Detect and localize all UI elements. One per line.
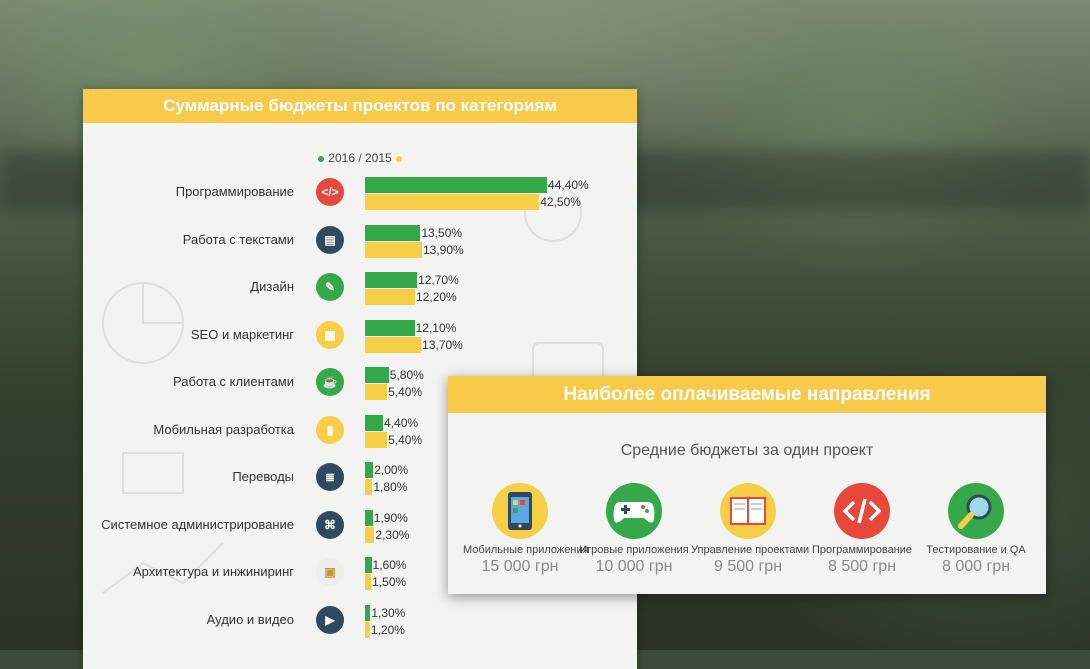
bar-2015 <box>365 526 375 543</box>
category-label: Аудио и видео <box>206 611 294 627</box>
bar-value-label: 12,70% <box>418 273 459 287</box>
bar-value-label: 4,40% <box>384 415 419 430</box>
direction-price: 10 000 грн <box>595 558 673 575</box>
direction-name: Тестирование и QA <box>926 544 1026 556</box>
direction-name: Мобильные приложения <box>463 544 589 556</box>
bar-value-label: 12,20% <box>416 290 457 304</box>
direction-name: Управление проектами <box>691 544 810 556</box>
bar-2015 <box>365 336 422 353</box>
clapperboard-icon: ▶ <box>316 605 344 634</box>
chart-row: Аудио и видео ▶ 1,30% 1,20% <box>83 604 637 651</box>
bar-value-label: 1,80% <box>373 480 408 494</box>
bar-2015 <box>365 479 373 495</box>
direction-price: 15 000 грн <box>481 558 559 575</box>
bar-2016 <box>365 557 372 573</box>
bar-2015 <box>365 574 372 590</box>
direction-price: 8 000 грн <box>941 558 1011 575</box>
category-label: Дизайн <box>250 279 294 294</box>
chart-row: SEO и маркетинг ▦ 12,10% 13,70% <box>83 319 637 366</box>
legend-dot-2016 <box>318 155 325 162</box>
top-paid-card: Наиболее оплачиваемые направления Средни… <box>448 376 1046 594</box>
direction-price: 8 500 грн <box>827 558 897 575</box>
chart-row: Дизайн ✎ 12,70% 12,20% <box>83 272 637 318</box>
category-label: Мобильная разработка <box>153 421 294 437</box>
bar-2015 <box>365 194 540 210</box>
category-label: Программирование <box>175 184 294 199</box>
chart-title: Суммарные бюджеты проектов по категориям <box>83 89 637 123</box>
bar-value-label: 1,60% <box>372 558 407 572</box>
bar-value-label: 1,90% <box>373 510 408 525</box>
bar-value-label: 5,40% <box>388 385 423 399</box>
paid-direction-item: Тестирование и QA 8 000 грн <box>919 483 1033 576</box>
direction-name: Программирование <box>811 544 913 556</box>
paid-direction-item: Игровые приложения 10 000 грн <box>577 483 691 576</box>
category-label: SEO и маркетинг <box>190 326 294 342</box>
legend-dot-2015 <box>395 155 402 162</box>
bar-value-label: 2,00% <box>374 463 409 477</box>
smartphone-icon <box>492 483 548 539</box>
presentation-icon: ▦ <box>316 320 344 349</box>
gamepad-icon <box>606 483 662 539</box>
bar-value-label: 1,30% <box>371 605 406 620</box>
bar-2015 <box>365 431 388 448</box>
magnifier-icon <box>948 483 1004 539</box>
category-label: Архитектура и инжиниринг <box>132 564 294 579</box>
paid-direction-item: Мобильные приложения 15 000 грн <box>463 483 589 576</box>
top-paid-title: Наиболее оплачиваемые направления <box>448 376 1046 413</box>
bar-2016 <box>365 319 415 336</box>
bar-value-label: 2,30% <box>375 527 410 542</box>
bar-2016 <box>365 509 373 526</box>
paid-direction-item: Программирование 8 500 грн <box>805 483 919 576</box>
bar-2015 <box>365 384 388 400</box>
code-icon: </> <box>316 178 344 206</box>
bar-2016 <box>365 604 371 621</box>
chart-row: Программирование </> 44,40% 42,50% <box>83 177 637 223</box>
bar-value-label: 13,50% <box>421 225 463 240</box>
bar-value-label: 42,50% <box>540 195 581 209</box>
bar-2015 <box>365 289 416 305</box>
bar-value-label: 1,50% <box>372 575 407 589</box>
document-icon: ▤ <box>316 225 344 254</box>
bar-value-label: 12,10% <box>415 320 457 335</box>
cup-icon: ☕ <box>316 368 344 396</box>
chart-legend: 2016 / 2015 <box>83 151 637 165</box>
bar-2016 <box>365 177 548 193</box>
network-icon: ⌘ <box>316 510 344 539</box>
bar-value-label: 5,40% <box>388 432 423 447</box>
chart-row: Работа с текстами ▤ 13,50% 13,90% <box>83 224 637 271</box>
bar-2015 <box>365 621 370 638</box>
box-icon: ▣ <box>316 558 344 586</box>
bar-value-label: 13,90% <box>422 242 464 257</box>
pencils-icon: ✎ <box>316 273 344 301</box>
phone-icon: ▮ <box>316 415 344 444</box>
direction-name: Игровые приложения <box>579 544 689 556</box>
category-label: Системное администрирование <box>101 516 294 532</box>
bar-value-label: 44,40% <box>548 178 589 192</box>
bar-2016 <box>365 462 374 478</box>
bar-value-label: 5,80% <box>389 368 424 382</box>
category-label: Переводы <box>232 469 294 484</box>
paid-direction-item: Управление проектами 9 500 грн <box>691 483 810 576</box>
bar-2016 <box>365 367 389 383</box>
category-label: Работа с клиентами <box>173 374 294 389</box>
legend-text: 2016 / 2015 <box>328 151 392 165</box>
category-label: Работа с текстами <box>182 231 294 247</box>
bar-value-label: 13,70% <box>422 337 463 352</box>
bar-2016 <box>365 224 421 241</box>
bar-2015 <box>365 241 422 258</box>
code-icon <box>834 483 890 539</box>
direction-price: 9 500 грн <box>713 558 783 575</box>
bar-2016 <box>365 272 418 288</box>
planner-icon <box>720 483 776 539</box>
bar-value-label: 1,20% <box>370 622 405 637</box>
top-paid-subtitle: Средние бюджеты за один проект <box>620 442 874 459</box>
books-icon: ≣ <box>316 463 344 491</box>
bar-2016 <box>365 414 384 431</box>
